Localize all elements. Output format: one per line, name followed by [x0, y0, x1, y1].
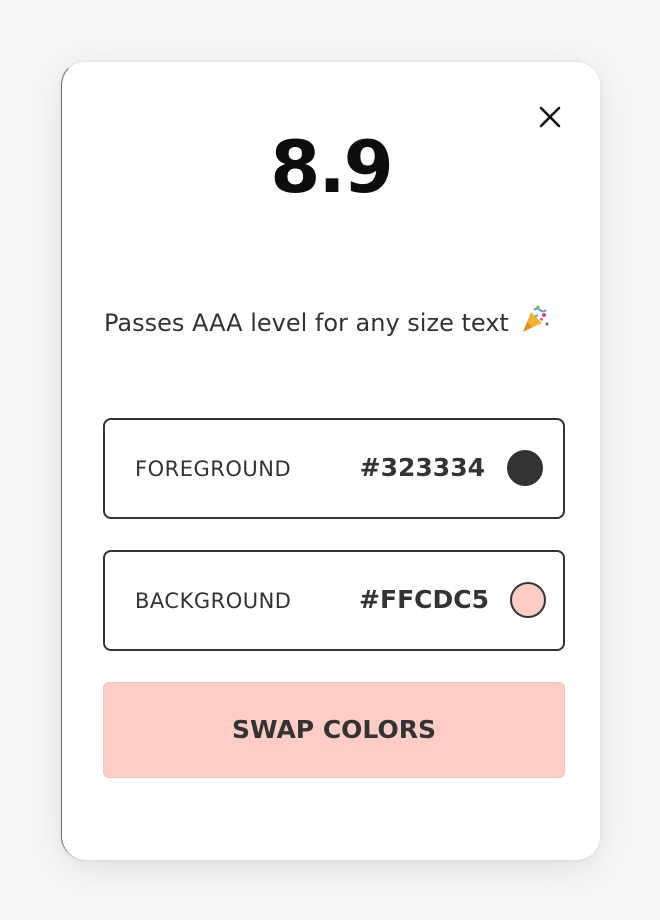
background-color-field[interactable]: BACKGROUND #FFCDC5: [103, 550, 565, 651]
foreground-swatch[interactable]: [507, 450, 543, 486]
foreground-color-field[interactable]: FOREGROUND #323334: [103, 418, 565, 519]
contrast-ratio: 8.9: [270, 125, 394, 209]
contrast-result-dialog: 8.9 Passes AAA level for any size text F…: [61, 61, 600, 860]
contrast-message-text: Passes AAA level for any size text: [104, 309, 509, 337]
background-hex-value[interactable]: #FFCDC5: [359, 583, 489, 617]
contrast-message: Passes AAA level for any size text: [104, 304, 550, 344]
foreground-label: FOREGROUND: [135, 457, 292, 481]
party-popper-icon: [520, 304, 550, 344]
foreground-hex-value[interactable]: #323334: [360, 451, 485, 485]
background-label: BACKGROUND: [135, 589, 292, 613]
background-swatch[interactable]: [510, 582, 546, 618]
swap-colors-button[interactable]: SWAP COLORS: [103, 682, 565, 778]
